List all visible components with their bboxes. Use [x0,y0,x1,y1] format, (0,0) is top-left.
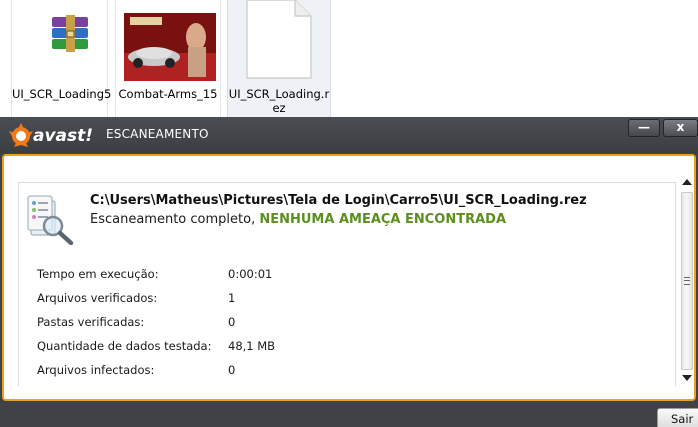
stat-label: Arquivos infectados: [37,363,155,377]
scan-status: Escaneamento completo, NENHUMA AMEAÇA EN… [90,212,506,227]
close-button[interactable]: x [663,119,698,137]
blank-file-icon [246,0,312,79]
file-item-ui-scr-loading-rez[interactable]: UI_SCR_Loading.r ez [227,0,331,117]
scroll-up-arrow-icon[interactable] [681,176,693,188]
file-name: Combat-Arms_15 [118,87,218,101]
stat-label: Tempo em execução: [37,267,159,281]
svg-text:avast!: avast! [33,126,93,146]
avast-scan-window: avast! ESCANEAMENTO — x C:\Users\Matheus… [0,117,698,427]
stat-value: 0:00:01 [228,267,273,281]
scrollbar-grip-icon [684,277,690,285]
scanned-file-path: C:\Users\Matheus\Pictures\Tela de Login\… [90,193,587,208]
status-text: Escaneamento completo, [90,212,256,227]
stat-value: 48,1 MB [228,339,276,353]
vertical-scrollbar[interactable] [680,176,694,386]
image-thumbnail [124,13,216,81]
exit-button[interactable]: Sair [657,408,698,427]
file-item-combat-arms-15[interactable]: Combat-Arms_15 [115,0,221,117]
stat-label: Arquivos verificados: [37,291,158,305]
file-name-line2: ez [272,101,286,115]
file-explorer-view: UI_SCR_Loading5 Combat-Arms_15 UI_SCR_Lo… [0,0,698,117]
title-bar[interactable]: avast! ESCANEAMENTO — x [0,117,698,153]
stat-value: 0 [228,363,236,377]
stat-label: Quantidade de dados testada: [37,339,212,353]
file-item-ui-scr-loading5[interactable]: UI_SCR_Loading5 [11,0,112,117]
stat-value: 0 [228,315,236,329]
scan-report-icon [27,195,74,245]
avast-logo: avast! [9,123,93,147]
scrollbar-thumb[interactable] [681,192,693,370]
winrar-archive-icon [52,15,88,52]
scan-details-area: C:\Users\Matheus\Pictures\Tela de Login\… [18,182,676,386]
no-threats-found-text: NENHUMA AMEAÇA ENCONTRADA [259,212,507,227]
window-title: ESCANEAMENTO [106,127,209,141]
stat-value: 1 [228,291,236,305]
scroll-down-arrow-icon[interactable] [681,372,693,384]
stat-label: Pastas verificadas: [37,315,145,329]
file-name: UI_SCR_Loading5 [12,87,112,101]
file-name-line1: UI_SCR_Loading.r [228,87,330,101]
scan-results-panel: C:\Users\Matheus\Pictures\Tela de Login\… [2,154,696,401]
minimize-button[interactable]: — [628,119,660,137]
